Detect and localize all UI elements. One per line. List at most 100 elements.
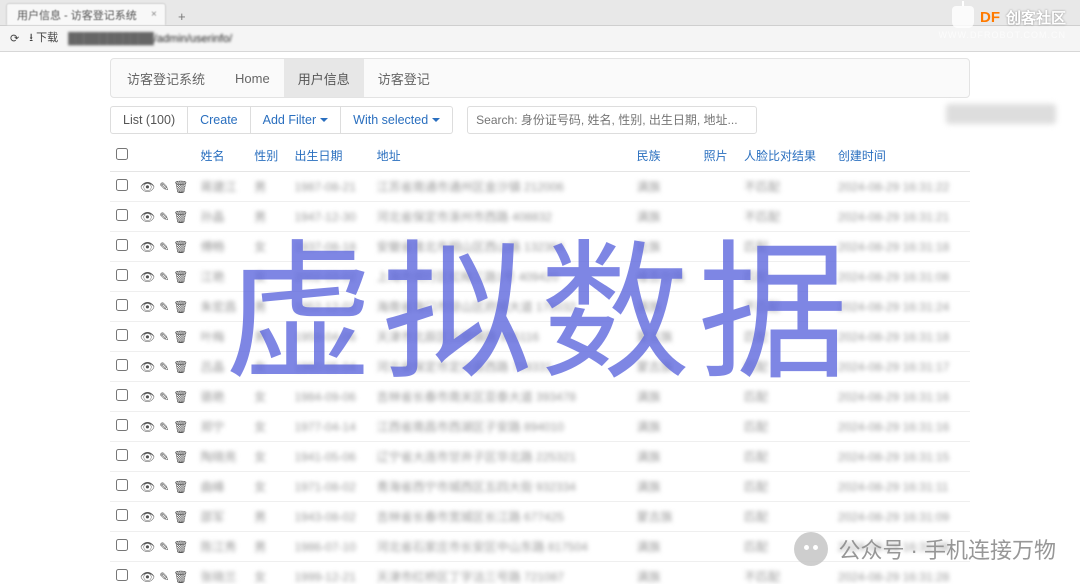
view-icon[interactable]: 👁 (140, 510, 155, 524)
delete-icon[interactable]: 🗑 (173, 450, 188, 464)
table-row[interactable]: 👁✎🗑郑宁女1977-04-14江西省南昌市西湖区子安路 894010满族匹配2… (110, 412, 970, 442)
cell-address: 辽宁省大连市甘井子区华北路 225321 (371, 442, 631, 472)
view-icon[interactable]: 👁 (140, 390, 155, 404)
col-address[interactable]: 地址 (371, 140, 631, 172)
view-icon[interactable]: 👁 (140, 480, 155, 494)
table-row[interactable]: 👁✎🗑陈江秀男1986-07-10河北省石家庄市长安区中山东路 817504满族… (110, 532, 970, 562)
delete-icon[interactable]: 🗑 (173, 210, 188, 224)
edit-icon[interactable]: ✎ (159, 180, 169, 194)
delete-icon[interactable]: 🗑 (173, 240, 188, 254)
delete-icon[interactable]: 🗑 (173, 300, 188, 314)
view-icon[interactable]: 👁 (140, 570, 155, 584)
new-tab-button[interactable]: + (172, 9, 192, 25)
edit-icon[interactable]: ✎ (159, 450, 169, 464)
reload-icon[interactable]: ⟳ (10, 32, 19, 45)
view-icon[interactable]: 👁 (140, 420, 155, 434)
table-row[interactable]: 👁✎🗑孙晶男1947-12-30河北省保定市涿州市西路 408832满族不匹配2… (110, 202, 970, 232)
col-gender[interactable]: 性别 (248, 140, 288, 172)
col-face[interactable]: 人脸比对结果 (738, 140, 832, 172)
col-select-all[interactable] (110, 140, 134, 172)
close-tab-icon[interactable]: × (151, 9, 157, 20)
row-checkbox[interactable] (116, 299, 128, 311)
delete-icon[interactable]: 🗑 (173, 330, 188, 344)
delete-icon[interactable]: 🗑 (173, 480, 188, 494)
col-created[interactable]: 创建时间 (832, 140, 970, 172)
delete-icon[interactable]: 🗑 (173, 390, 188, 404)
table-row[interactable]: 👁✎🗑邵军男1943-08-02吉林省长春市宽城区长江路 677425蒙古族匹配… (110, 502, 970, 532)
search-input[interactable] (467, 106, 757, 134)
row-checkbox[interactable] (116, 419, 128, 431)
edit-icon[interactable]: ✎ (159, 360, 169, 374)
nav-userinfo[interactable]: 用户信息 (284, 59, 364, 97)
row-checkbox[interactable] (116, 239, 128, 251)
row-checkbox[interactable] (116, 449, 128, 461)
table-row[interactable]: 👁✎🗑曲峰女1971-08-02青海省西宁市城西区五四大街 932334满族匹配… (110, 472, 970, 502)
edit-icon[interactable]: ✎ (159, 570, 169, 584)
cell-face: 匹配 (738, 442, 832, 472)
row-checkbox[interactable] (116, 539, 128, 551)
edit-icon[interactable]: ✎ (159, 270, 169, 284)
cell-photo (698, 382, 738, 412)
table-row[interactable]: 👁✎🗑骆艳女1984-09-06吉林省长春市南关区亚泰大道 393478满族匹配… (110, 382, 970, 412)
row-checkbox[interactable] (116, 209, 128, 221)
col-ethnic[interactable]: 民族 (631, 140, 698, 172)
view-icon[interactable]: 👁 (140, 300, 155, 314)
address-bar[interactable]: ███████████/admin/userinfo/ (68, 33, 1070, 45)
delete-icon[interactable]: 🗑 (173, 510, 188, 524)
col-name[interactable]: 姓名 (195, 140, 249, 172)
view-icon[interactable]: 👁 (140, 210, 155, 224)
table-row[interactable]: 👁✎🗑蒋建江男1987-08-21江苏省南通市通州区金沙镇 212006满族不匹… (110, 172, 970, 202)
delete-icon[interactable]: 🗑 (173, 270, 188, 284)
with-selected-button[interactable]: With selected (341, 106, 453, 134)
edit-icon[interactable]: ✎ (159, 540, 169, 554)
cell-face: 匹配 (738, 232, 832, 262)
col-photo[interactable]: 照片 (698, 140, 738, 172)
select-all-checkbox[interactable] (116, 148, 128, 160)
view-icon[interactable]: 👁 (140, 540, 155, 554)
browser-tab[interactable]: 用户信息 - 访客登记系统 × (6, 3, 166, 25)
edit-icon[interactable]: ✎ (159, 480, 169, 494)
view-icon[interactable]: 👁 (140, 270, 155, 284)
delete-icon[interactable]: 🗑 (173, 540, 188, 554)
delete-icon[interactable]: 🗑 (173, 360, 188, 374)
edit-icon[interactable]: ✎ (159, 390, 169, 404)
delete-icon[interactable]: 🗑 (173, 180, 188, 194)
table-row[interactable]: 👁✎🗑张晓兰女1999-12-21天津市红桥区丁字沽三号路 721087满族不匹… (110, 562, 970, 584)
edit-icon[interactable]: ✎ (159, 210, 169, 224)
view-icon[interactable]: 👁 (140, 240, 155, 254)
row-checkbox[interactable] (116, 179, 128, 191)
edit-icon[interactable]: ✎ (159, 240, 169, 254)
table-row[interactable]: 👁✎🗑吕晶女1960-05-04河北省保定市定兴县西路 718331蒙古族匹配2… (110, 352, 970, 382)
nav-visitor-log[interactable]: 访客登记 (364, 59, 444, 97)
edit-icon[interactable]: ✎ (159, 300, 169, 314)
table-row[interactable]: 👁✎🗑傅畅女1937-08-18安徽省淮北市相山区西山路 132364壮族匹配2… (110, 232, 970, 262)
delete-icon[interactable]: 🗑 (173, 420, 188, 434)
table-row[interactable]: 👁✎🗑陶晓亮女1941-05-06辽宁省大连市甘井子区华北路 225321满族匹… (110, 442, 970, 472)
row-checkbox[interactable] (116, 569, 128, 581)
row-checkbox[interactable] (116, 509, 128, 521)
col-birth[interactable]: 出生日期 (288, 140, 370, 172)
view-icon[interactable]: 👁 (140, 360, 155, 374)
app-brand: 访客登记系统 (111, 69, 221, 88)
cell-name: 朱宏昌 (195, 292, 249, 322)
add-filter-button[interactable]: Add Filter (251, 106, 342, 134)
row-checkbox[interactable] (116, 329, 128, 341)
row-checkbox[interactable] (116, 359, 128, 371)
create-button[interactable]: Create (188, 106, 251, 134)
view-icon[interactable]: 👁 (140, 450, 155, 464)
delete-icon[interactable]: 🗑 (173, 570, 188, 584)
user-menu-blurred[interactable] (946, 104, 1056, 124)
table-row[interactable]: 👁✎🗑叶梅男1959-04-06天津市北辰区天穆镇路 935116蒙古族匹配20… (110, 322, 970, 352)
table-row[interactable]: 👁✎🗑朱宏昌男1952-12-02海南省海口市琼山区府城大道 175032满族不… (110, 292, 970, 322)
row-checkbox[interactable] (116, 479, 128, 491)
view-icon[interactable]: 👁 (140, 330, 155, 344)
table-row[interactable]: 👁✎🗑江艳女2002-03-02上海市闵行区虹梅三路1号 409420维吾尔族匹… (110, 262, 970, 292)
nav-home[interactable]: Home (221, 59, 284, 97)
row-checkbox[interactable] (116, 389, 128, 401)
edit-icon[interactable]: ✎ (159, 330, 169, 344)
download-icon[interactable]: ⭳ 下载 (29, 29, 58, 48)
view-icon[interactable]: 👁 (140, 180, 155, 194)
edit-icon[interactable]: ✎ (159, 420, 169, 434)
row-checkbox[interactable] (116, 269, 128, 281)
edit-icon[interactable]: ✎ (159, 510, 169, 524)
